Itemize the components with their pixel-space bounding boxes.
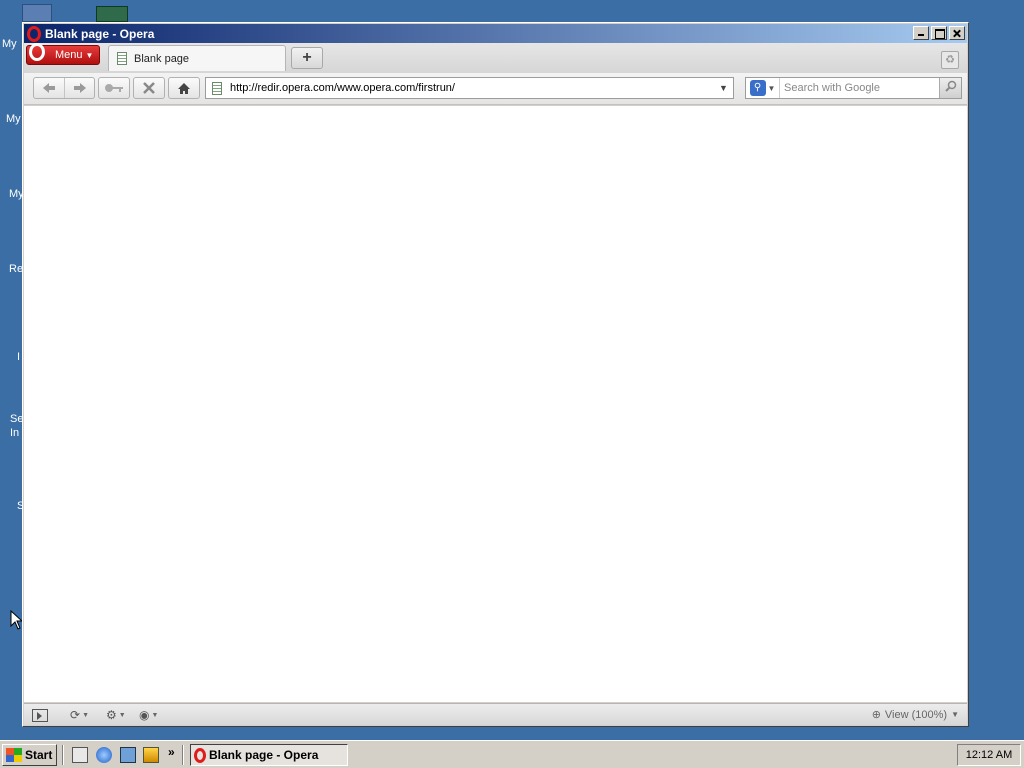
security-button[interactable] (99, 78, 129, 98)
maximize-button[interactable] (931, 26, 947, 40)
taskbar-item-opera[interactable]: Blank page - Opera (190, 744, 348, 766)
search-engine-selector[interactable]: ⚲ ▼ (746, 78, 780, 98)
opera-link-button[interactable]: ◉ ▼ (139, 707, 158, 723)
history-buttons (33, 77, 95, 99)
mouse-cursor-icon (10, 610, 22, 630)
search-input[interactable]: Search with Google (784, 82, 939, 94)
windows-logo-icon (6, 748, 22, 762)
show-desktop-icon[interactable] (72, 747, 88, 763)
system-tray-clock[interactable]: 12:12 AM (957, 744, 1021, 766)
chevron-down-icon: ▼ (767, 83, 776, 93)
address-url[interactable]: http://redir.opera.com/www.opera.com/fir… (230, 82, 719, 94)
tab-blank-page[interactable]: Blank page (108, 45, 286, 71)
media-player-icon[interactable] (143, 747, 159, 763)
desktop-icon-label[interactable]: My (6, 113, 21, 125)
menu-label: Menu (55, 49, 83, 61)
tab-strip: Menu ▼ Blank page + ♻ (24, 43, 967, 73)
globe-icon: ◉ (139, 708, 150, 722)
opera-logo-icon (194, 747, 206, 763)
navigation-toolbar: http://redir.opera.com/www.opera.com/fir… (24, 73, 967, 105)
search-button[interactable] (939, 78, 961, 98)
quick-launch-more[interactable]: » (168, 745, 175, 759)
zoom-icon: ⊕ (871, 709, 881, 721)
opera-unite-button[interactable]: ⚙ ▼ (106, 707, 126, 723)
address-bar[interactable]: http://redir.opera.com/www.opera.com/fir… (205, 77, 734, 99)
opera-logo-icon (27, 25, 41, 42)
network-icon[interactable] (120, 747, 136, 763)
close-x-icon (143, 82, 155, 94)
start-label: Start (25, 748, 53, 762)
opera-logo-icon (29, 43, 45, 61)
stop-button[interactable] (134, 78, 164, 98)
taskbar-separator (182, 745, 184, 765)
chevron-down-icon: ▼ (85, 50, 94, 60)
unite-icon: ⚙ (106, 708, 117, 722)
internet-explorer-icon[interactable] (96, 747, 112, 763)
security-button-group (98, 77, 130, 99)
page-content[interactable] (24, 106, 967, 702)
search-engine-icon: ⚲ (749, 80, 766, 96)
panel-icon (32, 708, 48, 722)
back-button[interactable] (34, 78, 64, 98)
search-box[interactable]: ⚲ ▼ Search with Google (745, 77, 962, 99)
close-button[interactable] (949, 26, 965, 40)
sync-icon: ⟳ (70, 708, 81, 722)
chevron-down-icon[interactable]: ▼ (719, 83, 733, 93)
forward-button[interactable] (64, 78, 94, 98)
status-bar: ⟳ ▼ ⚙ ▼ ◉ ▼ ⊕ View (100%) ▼ (24, 703, 967, 725)
tab-label: Blank page (134, 52, 190, 65)
window-controls (911, 26, 965, 40)
page-icon (117, 52, 127, 65)
trash-icon[interactable]: ♻ (941, 51, 959, 69)
zoom-control[interactable]: ⊕ View (100%) ▼ (871, 708, 959, 722)
chevron-down-icon: ▼ (82, 711, 89, 719)
desktop-icon-label[interactable]: In (10, 427, 19, 439)
taskbar: Start » Blank page - Opera 12:12 AM (0, 740, 1024, 768)
chevron-down-icon: ▼ (118, 711, 126, 719)
home-button[interactable] (169, 78, 199, 98)
chevron-down-icon: ▼ (151, 711, 159, 719)
forward-arrow-icon (73, 83, 86, 93)
desktop-icon-partial[interactable] (96, 6, 128, 22)
magnifier-icon (944, 80, 956, 92)
desktop-icon-partial[interactable] (22, 4, 52, 22)
taskbar-item-label: Blank page - Opera (209, 748, 319, 762)
window-title: Blank page - Opera (45, 26, 155, 41)
home-button-group (168, 77, 200, 99)
opera-menu-button[interactable]: Menu ▼ (26, 43, 100, 65)
page-icon (212, 81, 222, 95)
minimize-button[interactable] (913, 26, 929, 40)
opera-turbo-button[interactable]: ⟳ ▼ (70, 707, 89, 723)
start-button[interactable]: Start (2, 744, 57, 766)
desktop-icon-label[interactable]: Re (9, 263, 23, 275)
taskbar-separator (62, 745, 64, 765)
opera-window: Blank page - Opera Menu ▼ Blank page + ♻ (22, 22, 969, 727)
desktop-icon-label[interactable]: I (17, 351, 20, 363)
stop-button-group (133, 77, 165, 99)
desktop-icon-label[interactable]: My (2, 38, 17, 50)
panel-toggle-button[interactable] (32, 707, 48, 723)
back-arrow-icon (43, 83, 55, 93)
zoom-label: View (100%) (884, 708, 948, 721)
home-icon (178, 82, 190, 94)
key-icon (105, 84, 123, 92)
title-bar[interactable]: Blank page - Opera (24, 24, 967, 43)
chevron-down-icon: ▼ (951, 710, 959, 719)
new-tab-button[interactable]: + (291, 47, 323, 69)
